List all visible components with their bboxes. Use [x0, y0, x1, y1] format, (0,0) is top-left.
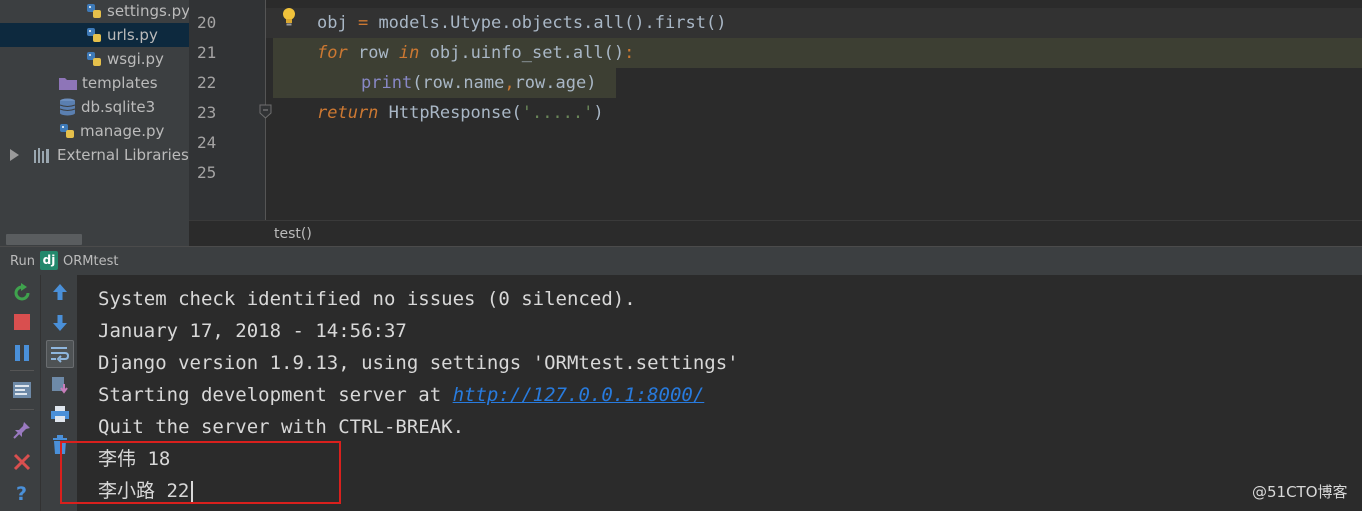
soft-wrap-icon: [51, 347, 70, 363]
pin-tab-button[interactable]: [10, 418, 34, 442]
folder-icon: [59, 77, 77, 90]
breadcrumb[interactable]: test(): [274, 226, 312, 242]
code-editor[interactable]: 20 21 22 23 24 25 obj = models.Utype.obj…: [189, 0, 1362, 220]
code-token: HttpResponse(: [378, 103, 522, 123]
code-token: =: [357, 13, 369, 33]
tree-item-urls-py[interactable]: urls.py: [0, 23, 189, 47]
expand-arrow-icon[interactable]: [10, 149, 19, 161]
help-button[interactable]: ?: [10, 481, 34, 505]
code-token: obj: [317, 13, 358, 33]
code-line-21: for row in obj.uinfo_set.all():: [317, 38, 634, 68]
line-number: 21: [197, 43, 217, 62]
run-config-tab[interactable]: ORMtest: [63, 254, 118, 269]
scroll-up-button[interactable]: [48, 280, 72, 304]
tree-item-label: manage.py: [80, 122, 165, 140]
tree-item-label: wsgi.py: [107, 50, 164, 68]
pause-button[interactable]: [10, 341, 34, 365]
fold-marker-icon[interactable]: [259, 104, 272, 119]
print-button[interactable]: [48, 402, 72, 426]
tree-horizontal-scrollbar[interactable]: [6, 234, 82, 245]
close-run-button[interactable]: [10, 450, 34, 474]
console-line: System check identified no issues (0 sil…: [98, 288, 636, 310]
pause-icon: [15, 345, 29, 361]
project-tree-panel: settings.py urls.py wsgi.py templates db…: [0, 0, 189, 246]
run-toolbar-primary: ?: [0, 275, 41, 511]
tree-item-label: templates: [82, 74, 158, 92]
scroll-to-end-button[interactable]: [48, 373, 72, 397]
tree-item-settings-py[interactable]: settings.py: [86, 0, 189, 23]
line-number: 24: [197, 133, 217, 152]
code-string: '.....': [521, 103, 594, 123]
run-panel-header: Run dj ORMtest: [0, 246, 1362, 275]
close-icon: [13, 453, 31, 471]
server-url-link[interactable]: http://127.0.0.1:8000/: [453, 384, 705, 406]
tree-item-label: External Libraries: [57, 146, 189, 164]
tree-item-label: urls.py: [107, 26, 158, 44]
python-file-icon: [87, 28, 101, 42]
console-line-server: Starting development server at http://12…: [98, 379, 704, 411]
code-token: row: [347, 43, 399, 63]
rerun-button[interactable]: [10, 281, 34, 305]
python-file-icon: [87, 4, 101, 18]
line-number: 20: [197, 13, 217, 32]
editor-breadcrumb-bar: test(): [189, 220, 1362, 246]
pin-icon: [13, 422, 30, 439]
tree-item-external-libraries[interactable]: External Libraries: [10, 143, 189, 167]
rerun-icon: [14, 283, 30, 301]
code-keyword: return: [317, 103, 379, 123]
help-icon: ?: [16, 483, 27, 503]
run-panel-title: Run: [10, 254, 35, 269]
scroll-to-end-icon: [52, 377, 68, 394]
tree-item-manage-py[interactable]: manage.py: [59, 119, 164, 143]
code-token: :: [624, 43, 635, 63]
tree-item-wsgi-py[interactable]: wsgi.py: [86, 47, 164, 71]
code-token: obj.uinfo_set.all(): [419, 43, 625, 63]
code-token: models.Utype.objects.all().first(): [368, 13, 727, 33]
python-file-icon: [87, 52, 101, 66]
console-line: Quit the server with CTRL-BREAK.: [98, 416, 465, 438]
python-file-icon: [60, 124, 74, 138]
tree-item-label: db.sqlite3: [81, 98, 156, 116]
code-keyword: for: [317, 43, 348, 63]
code-line-23: return HttpResponse('.....'): [317, 98, 604, 128]
code-token: (row.name: [412, 73, 505, 93]
line-number: 25: [197, 163, 217, 182]
code-token: row.age): [514, 73, 597, 93]
print-icon: [51, 406, 69, 422]
arrow-down-icon: [53, 315, 67, 331]
soft-wrap-toggle[interactable]: [46, 340, 74, 368]
server-line-prefix: Starting development server at: [98, 384, 453, 406]
database-icon: [59, 98, 76, 116]
line-number: 22: [197, 73, 217, 92]
console-line: January 17, 2018 - 14:56:37: [98, 320, 407, 342]
code-line-20: obj = models.Utype.objects.all().first(): [317, 8, 726, 38]
tree-item-templates[interactable]: templates: [59, 71, 158, 95]
toolbar-separator: [10, 409, 34, 410]
tree-item-db-sqlite3[interactable]: db.sqlite3: [59, 95, 155, 119]
tree-item-label: settings.py: [107, 2, 189, 20]
library-icon: [34, 148, 49, 163]
watermark: @51CTO博客: [1252, 483, 1348, 501]
code-token: ): [593, 103, 604, 123]
svg-text:?: ?: [16, 483, 27, 503]
lightbulb-icon[interactable]: [281, 7, 297, 27]
console-line: Django version 1.9.13, using settings 'O…: [98, 352, 739, 374]
code-keyword: in: [398, 43, 420, 63]
arrow-up-icon: [53, 284, 67, 300]
line-number: 23: [197, 103, 217, 122]
dump-threads-button[interactable]: [10, 378, 34, 402]
stop-icon: [14, 314, 30, 330]
annotation-highlight-box: [60, 441, 341, 504]
stop-button[interactable]: [10, 310, 34, 334]
scroll-down-button[interactable]: [48, 311, 72, 335]
django-icon: dj: [40, 251, 58, 270]
code-line-22: print(row.name,row.age): [361, 68, 596, 98]
code-builtin: print: [361, 73, 413, 93]
code-token: ,: [504, 73, 515, 93]
dump-threads-icon: [13, 382, 31, 398]
toolbar-separator: [10, 370, 34, 371]
